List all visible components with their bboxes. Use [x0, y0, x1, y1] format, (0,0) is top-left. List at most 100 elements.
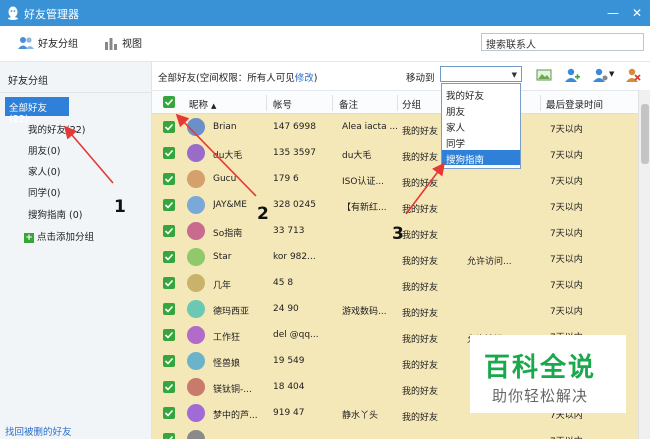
- avatar[interactable]: [187, 404, 205, 422]
- add-group-button[interactable]: + 点击添加分组: [24, 229, 94, 243]
- dropdown-option-classmates[interactable]: 同学: [442, 134, 520, 150]
- delete-friend-icon[interactable]: [625, 67, 641, 83]
- row-checkbox[interactable]: [163, 121, 175, 133]
- row-checkbox[interactable]: [163, 329, 175, 341]
- checkmark-icon: [164, 98, 174, 106]
- table-row[interactable]: Gucu 179 6 ISO认证... 我的好友 7天以内: [152, 166, 638, 192]
- dropdown-option-my-friends[interactable]: 我的好友: [442, 86, 520, 102]
- column-header-group[interactable]: 分组: [402, 97, 421, 111]
- cell-group[interactable]: 我的好友: [402, 332, 450, 345]
- cell-last-login: 7天以内: [550, 203, 583, 213]
- column-header-nickname[interactable]: 昵称 ▲: [189, 97, 216, 111]
- cell-group[interactable]: 我的好友: [402, 228, 450, 241]
- cell-remark[interactable]: 静水丫头: [342, 408, 402, 421]
- cell-group[interactable]: 我的好友: [402, 384, 450, 397]
- qq-penguin-icon: [8, 6, 18, 20]
- avatar[interactable]: [187, 430, 205, 439]
- watermark-subtitle: 助你轻松解决: [492, 387, 589, 405]
- cell-last-login: 7天以内: [550, 434, 610, 439]
- cell-remark[interactable]: ISO认证...: [342, 174, 402, 187]
- avatar[interactable]: [187, 248, 205, 266]
- table-row[interactable]: du大毛 135 3597 du大毛 我的好友 7天以内: [152, 140, 638, 166]
- row-checkbox[interactable]: [163, 251, 175, 263]
- avatar[interactable]: [187, 118, 205, 136]
- cell-remark[interactable]: Alea iacta ...: [342, 122, 402, 132]
- add-friend-icon[interactable]: [564, 67, 580, 83]
- row-checkbox[interactable]: [163, 225, 175, 237]
- cell-nickname: 梦中的芦...: [213, 411, 258, 421]
- cell-last-login: 7天以内: [550, 151, 583, 161]
- row-checkbox[interactable]: [163, 407, 175, 419]
- avatar[interactable]: [187, 300, 205, 318]
- sidebar-item-classmates[interactable]: 同学(0): [28, 185, 60, 199]
- sidebar-item-sogou-guide[interactable]: 搜狗指南 (0): [28, 207, 82, 221]
- cell-nickname: 工作狂: [213, 333, 241, 343]
- find-deleted-friends-link[interactable]: 找回被删的好友: [5, 424, 72, 438]
- table-row[interactable]: JAY&ME 328 0245 【有新红... 我的好友 7天以内: [152, 192, 638, 218]
- table-row[interactable]: Star kor 982... 我的好友 允许访问... 7天以内: [152, 244, 638, 270]
- friends-group-tab[interactable]: 好友分组: [18, 35, 78, 53]
- cell-permission[interactable]: 允许访问...: [467, 254, 537, 267]
- column-divider[interactable]: [540, 95, 541, 111]
- select-all-checkbox[interactable]: [163, 96, 175, 108]
- avatar[interactable]: [187, 378, 205, 396]
- search-contacts-input[interactable]: 搜索联系人: [481, 33, 644, 51]
- dropdown-option-sogou-guide[interactable]: 搜狗指南: [442, 150, 520, 166]
- row-checkbox[interactable]: [163, 147, 175, 159]
- row-checkbox[interactable]: [163, 199, 175, 211]
- avatar[interactable]: [187, 352, 205, 370]
- table-row[interactable]: 几年 45 8 我的好友 7天以内: [152, 270, 638, 296]
- column-header-account[interactable]: 帐号: [273, 97, 292, 111]
- avatar[interactable]: [187, 144, 205, 162]
- cell-group[interactable]: 我的好友: [402, 280, 450, 293]
- sidebar-item-friends[interactable]: 朋友(0): [28, 143, 60, 157]
- cell-group[interactable]: 我的好友: [402, 410, 450, 423]
- close-button[interactable]: ✕: [628, 4, 646, 22]
- annotation-number-2: 2: [257, 204, 269, 224]
- row-checkbox[interactable]: [163, 303, 175, 315]
- avatar[interactable]: [187, 326, 205, 344]
- picture-icon[interactable]: [536, 67, 552, 83]
- table-row[interactable]: 德玛西亚 24 90 游戏数码... 我的好友 7天以内: [152, 296, 638, 322]
- avatar[interactable]: [187, 274, 205, 292]
- scrollbar-thumb[interactable]: [641, 104, 649, 164]
- checkmark-icon: [164, 409, 174, 417]
- column-header-last-login[interactable]: 最后登录时间: [546, 97, 603, 111]
- column-header-remark[interactable]: 备注: [339, 97, 358, 111]
- cell-account: 328 0245: [273, 200, 316, 210]
- row-checkbox[interactable]: [163, 433, 175, 439]
- row-checkbox[interactable]: [163, 173, 175, 185]
- avatar[interactable]: [187, 196, 205, 214]
- row-checkbox[interactable]: [163, 277, 175, 289]
- cell-remark[interactable]: du大毛: [342, 148, 402, 161]
- minimize-button[interactable]: —: [604, 4, 622, 22]
- cell-group[interactable]: 我的好友: [402, 254, 450, 267]
- move-to-select[interactable]: ▼: [440, 66, 522, 82]
- row-checkbox[interactable]: [163, 355, 175, 367]
- column-divider[interactable]: [266, 95, 267, 111]
- cell-group[interactable]: 我的好友: [402, 306, 450, 319]
- cell-group[interactable]: 我的好友: [402, 176, 450, 189]
- avatar[interactable]: [187, 170, 205, 188]
- dropdown-option-friends[interactable]: 朋友: [442, 102, 520, 118]
- table-row[interactable]: 7天以内: [152, 426, 638, 439]
- sidebar-item-all-friends[interactable]: 全部好友(22): [5, 97, 69, 125]
- cell-remark[interactable]: 【有新红...: [342, 200, 402, 213]
- view-tab[interactable]: 视图: [104, 35, 142, 53]
- cell-group[interactable]: 我的好友: [402, 202, 450, 215]
- vertical-scrollbar[interactable]: [638, 90, 650, 439]
- cell-remark[interactable]: 游戏数码...: [342, 304, 402, 317]
- dropdown-option-family[interactable]: 家人: [442, 118, 520, 134]
- avatar[interactable]: [187, 222, 205, 240]
- cell-group[interactable]: 我的好友: [402, 358, 450, 371]
- friend-settings-icon[interactable]: [592, 67, 608, 83]
- column-divider[interactable]: [332, 95, 333, 111]
- row-checkbox[interactable]: [163, 381, 175, 393]
- column-divider[interactable]: [397, 95, 398, 111]
- table-row[interactable]: Brian 147 6998 Alea iacta ... 我的好友 7天以内: [152, 114, 638, 140]
- sidebar-item-my-friends[interactable]: 我的好友(22): [28, 122, 86, 136]
- cell-account: 33 713: [273, 226, 305, 236]
- settings-dropdown-arrow-icon[interactable]: ▼: [609, 70, 614, 78]
- sidebar-item-family[interactable]: 家人(0): [28, 164, 60, 178]
- permission-modify-link[interactable]: 修改: [295, 73, 314, 84]
